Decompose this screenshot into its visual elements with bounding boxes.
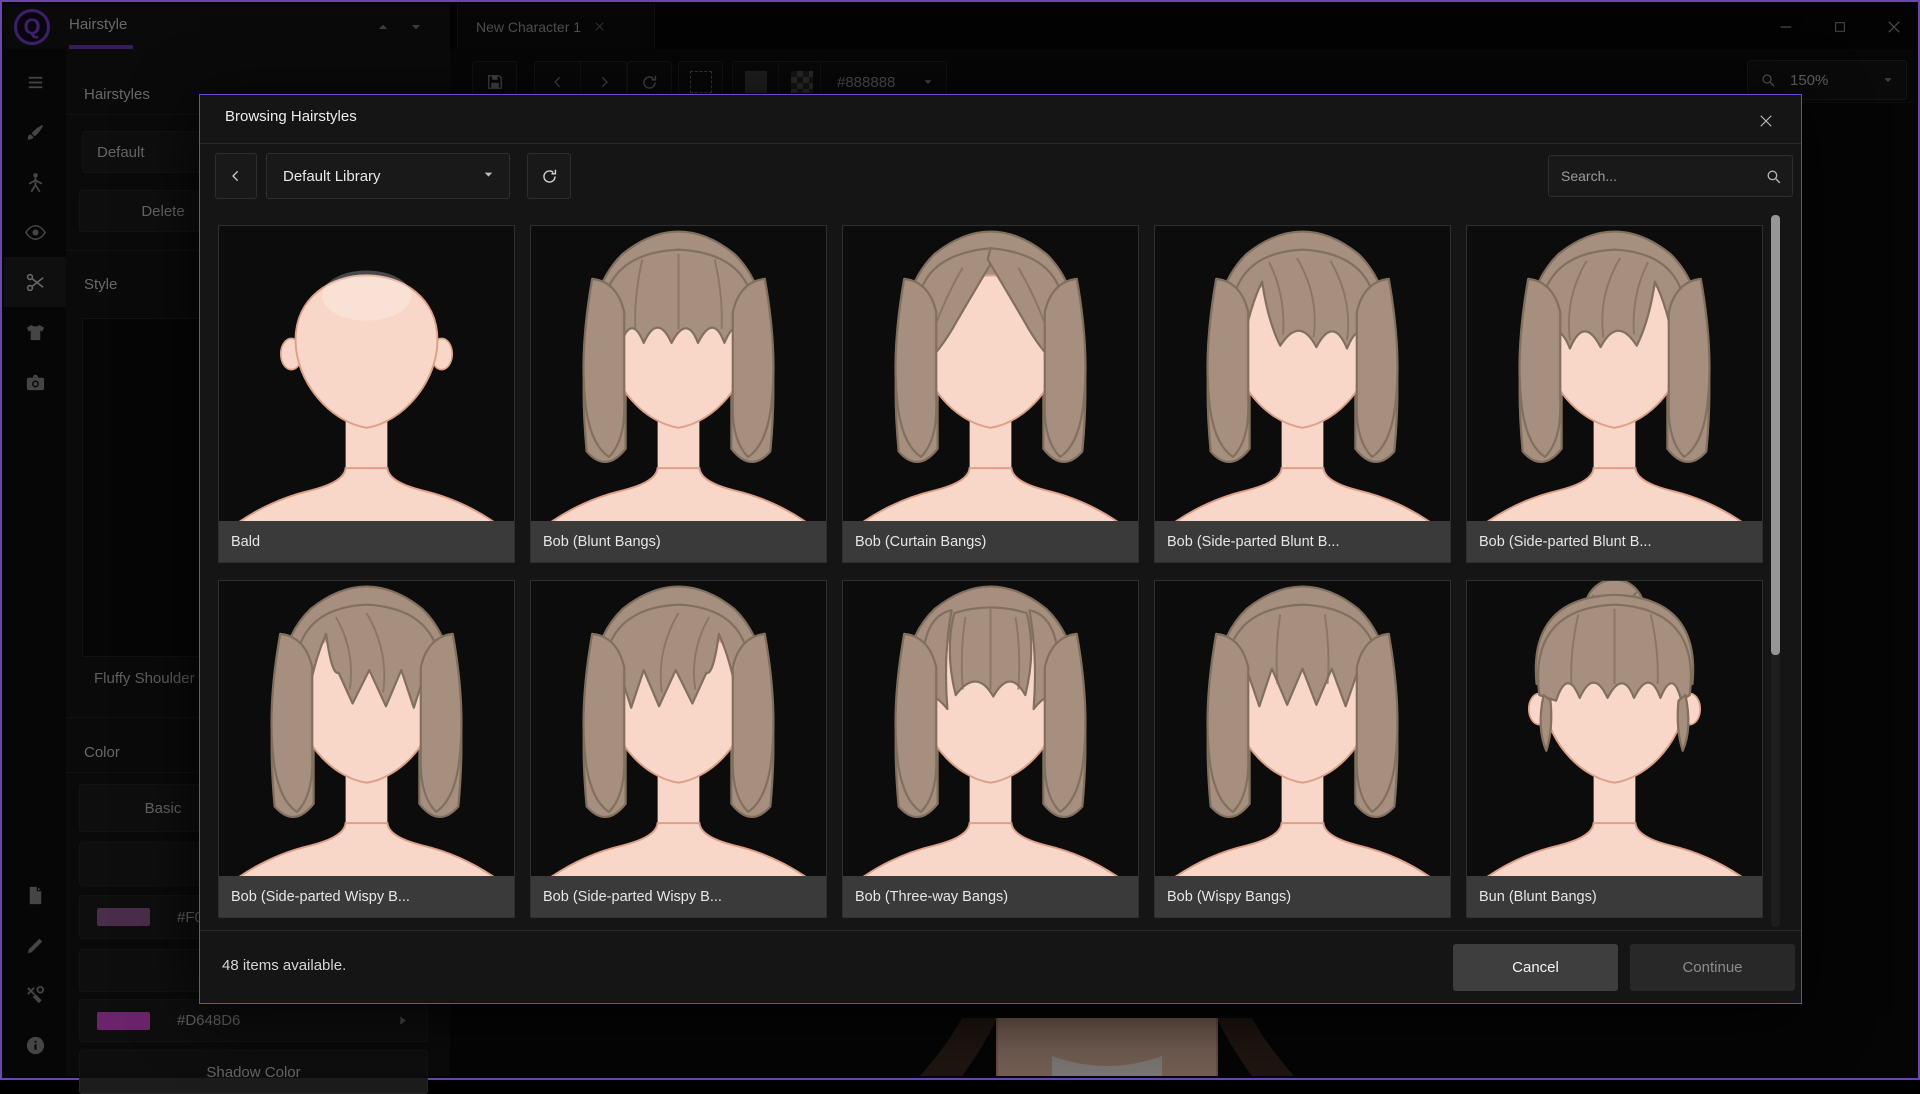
search-icon[interactable] xyxy=(1765,168,1782,185)
scrollbar-track[interactable] xyxy=(1771,215,1780,927)
hairstyle-tile[interactable]: Bob (Side-parted Blunt B... xyxy=(1466,225,1763,563)
hairstyle-tile[interactable]: Bald xyxy=(218,225,515,563)
hairstyle-thumbnail xyxy=(1155,226,1450,521)
hairstyle-label: Bob (Side-parted Wispy B... xyxy=(531,876,826,917)
hairstyle-tile[interactable]: Bob (Blunt Bangs) xyxy=(530,225,827,563)
refresh-button[interactable] xyxy=(527,153,571,199)
back-button[interactable] xyxy=(215,153,257,199)
hairstyle-label: Bob (Side-parted Blunt B... xyxy=(1155,521,1450,562)
hairstyle-label: Bald xyxy=(219,521,514,562)
items-count-status: 48 items available. xyxy=(222,957,346,974)
hairstyle-tile[interactable]: Bob (Curtain Bangs) xyxy=(842,225,1139,563)
hairstyle-label: Bun (Blunt Bangs) xyxy=(1467,876,1762,917)
dialog-close-icon[interactable] xyxy=(1749,104,1783,138)
hairstyle-label: Bob (Wispy Bangs) xyxy=(1155,876,1450,917)
scrollbar-thumb[interactable] xyxy=(1771,215,1780,655)
hairstyle-tile[interactable]: Bob (Side-parted Wispy B... xyxy=(530,580,827,918)
app-window: Q Hairstyle New Character 1 Hairstyles D… xyxy=(0,0,1920,1080)
library-value: Default Library xyxy=(283,168,381,185)
hairstyle-grid: Bald Bob (Blunt Bangs) Bob (Curtain Bang… xyxy=(218,225,1766,918)
chevron-down-icon xyxy=(482,168,495,185)
hairstyle-thumbnail xyxy=(531,581,826,876)
hairstyle-label: Bob (Curtain Bangs) xyxy=(843,521,1138,562)
hairstyle-label: Bob (Side-parted Blunt B... xyxy=(1467,521,1762,562)
hairstyle-tile[interactable]: Bob (Wispy Bangs) xyxy=(1154,580,1451,918)
hairstyle-thumbnail xyxy=(219,226,514,521)
hairstyle-tile[interactable]: Bob (Side-parted Blunt B... xyxy=(1154,225,1451,563)
cancel-button[interactable]: Cancel xyxy=(1453,944,1618,991)
continue-button[interactable]: Continue xyxy=(1630,944,1795,991)
hairstyle-thumbnail xyxy=(219,581,514,876)
browsing-hairstyles-dialog: Browsing Hairstyles Default Library Bald… xyxy=(199,94,1802,1004)
hairstyle-tile[interactable]: Bun (Blunt Bangs) xyxy=(1466,580,1763,918)
search-box xyxy=(1548,155,1793,197)
hairstyle-thumbnail xyxy=(1155,581,1450,876)
hairstyle-thumbnail xyxy=(1467,226,1762,521)
hairstyle-thumbnail xyxy=(531,226,826,521)
hairstyle-thumbnail xyxy=(843,226,1138,521)
hairstyle-tile[interactable]: Bob (Side-parted Wispy B... xyxy=(218,580,515,918)
hairstyle-thumbnail xyxy=(1467,581,1762,876)
hairstyle-label: Bob (Three-way Bangs) xyxy=(843,876,1138,917)
dialog-footer: 48 items available. Cancel Continue xyxy=(200,930,1801,1003)
library-dropdown[interactable]: Default Library xyxy=(266,153,510,199)
dialog-title: Browsing Hairstyles xyxy=(225,108,357,125)
search-input[interactable] xyxy=(1549,167,1765,185)
hairstyle-label: Bob (Side-parted Wispy B... xyxy=(219,876,514,917)
hairstyle-label: Bob (Blunt Bangs) xyxy=(531,521,826,562)
hairstyle-tile[interactable]: Bob (Three-way Bangs) xyxy=(842,580,1139,918)
hairstyle-thumbnail xyxy=(843,581,1138,876)
divider xyxy=(200,143,1801,144)
